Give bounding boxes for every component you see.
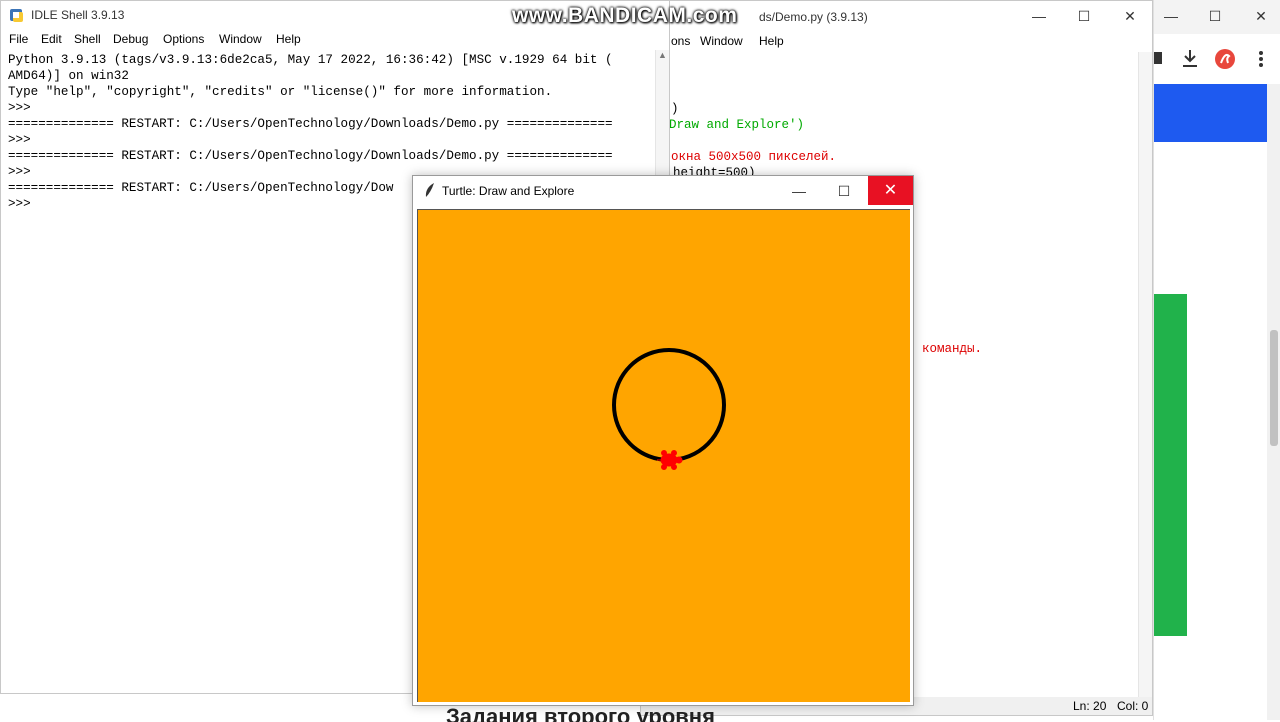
- shell-line: ============== RESTART: C:/Users/OpenTec…: [8, 149, 613, 163]
- status-column: Col: 0: [1117, 699, 1149, 713]
- shell-line: Type "help", "copyright", "credits" or "…: [8, 85, 553, 99]
- menu-options[interactable]: ons: [671, 34, 690, 48]
- drawn-circle: [612, 348, 726, 462]
- code-line: команды.: [922, 342, 983, 356]
- browser-titlebar: — ☐ ✕: [1154, 0, 1280, 34]
- minimize-icon[interactable]: —: [782, 176, 816, 206]
- maximize-icon[interactable]: ☐: [827, 176, 861, 206]
- turtle-drawing: [612, 348, 726, 470]
- browser-toolbar: [1154, 34, 1280, 84]
- turtle-icon: [657, 450, 683, 470]
- close-icon[interactable]: ✕: [1244, 1, 1278, 31]
- turtle-window: Turtle: Draw and Explore — ☐ ✕: [412, 175, 914, 706]
- page-banner: [1154, 84, 1267, 142]
- download-icon[interactable]: [1180, 48, 1200, 70]
- scroll-up-icon[interactable]: ▲: [658, 50, 667, 60]
- minimize-icon[interactable]: —: [1154, 1, 1188, 31]
- menu-help[interactable]: Help: [276, 32, 301, 46]
- shell-prompt: >>>: [8, 101, 39, 115]
- minimize-icon[interactable]: —: [1022, 1, 1056, 31]
- code-line: ): [671, 102, 679, 116]
- menu-help[interactable]: Help: [759, 34, 784, 48]
- editor-scrollbar[interactable]: [1138, 52, 1152, 697]
- shell-title: IDLE Shell 3.9.13: [31, 8, 125, 22]
- browser-window: — ☐ ✕: [1153, 0, 1280, 720]
- menu-window[interactable]: Window: [219, 32, 262, 46]
- shell-line: ============== RESTART: C:/Users/OpenTec…: [8, 117, 613, 131]
- feather-icon: [425, 183, 434, 197]
- turtle-canvas[interactable]: [417, 209, 910, 702]
- close-icon[interactable]: ✕: [1113, 1, 1147, 31]
- menu-debug[interactable]: Debug: [113, 32, 148, 46]
- maximize-icon[interactable]: ☐: [1198, 1, 1232, 31]
- menu-shell[interactable]: Shell: [74, 32, 101, 46]
- code-line: Draw and Explore'): [669, 118, 805, 132]
- editor-title: ds/Demo.py (3.9.13): [759, 10, 868, 24]
- shell-prompt: >>>: [8, 133, 39, 147]
- menu-file[interactable]: File: [9, 32, 28, 46]
- code-line: окна 500x500 пикселей.: [671, 150, 837, 164]
- shell-line: AMD64)] on win32: [8, 69, 129, 83]
- menu-window[interactable]: Window: [700, 34, 743, 48]
- menu-edit[interactable]: Edit: [41, 32, 62, 46]
- page-green-block: [1154, 294, 1187, 636]
- close-icon: ✕: [883, 182, 898, 199]
- editor-menubar: ons Window Help: [641, 32, 1152, 52]
- close-button[interactable]: ✕: [868, 176, 913, 205]
- menu-options[interactable]: Options: [163, 32, 204, 46]
- status-line: Ln: 20: [1073, 699, 1107, 713]
- turtle-titlebar: Turtle: Draw and Explore — ☐ ✕: [413, 176, 913, 205]
- turtle-title: Turtle: Draw and Explore: [442, 184, 575, 198]
- profile-avatar-icon[interactable]: [1214, 48, 1236, 70]
- shell-menubar: File Edit Shell Debug Options Window Hel…: [1, 30, 669, 50]
- shell-line: Python 3.9.13 (tags/v3.9.13:6de2ca5, May…: [8, 53, 613, 67]
- browser-scrollbar-thumb[interactable]: [1270, 330, 1278, 446]
- page-heading: Задания второго уровня: [446, 704, 715, 722]
- python-idle-icon: [10, 9, 23, 22]
- extension-icon[interactable]: [1154, 48, 1164, 70]
- bandicam-watermark: www.BANDICAM.com: [512, 4, 738, 27]
- more-options-icon[interactable]: [1254, 48, 1268, 70]
- maximize-icon[interactable]: ☐: [1067, 1, 1101, 31]
